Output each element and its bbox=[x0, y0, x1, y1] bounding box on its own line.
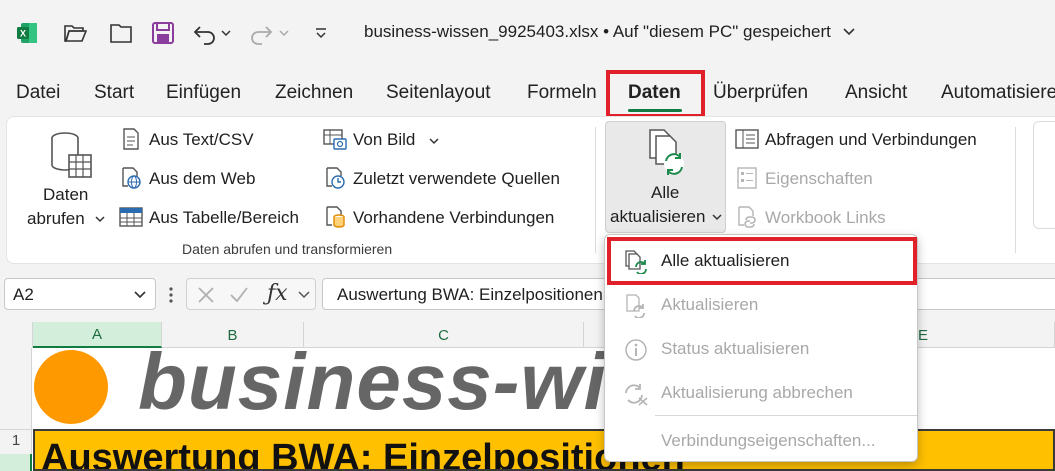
get-data-button[interactable]: Daten abrufen bbox=[15, 123, 107, 229]
refresh-all-icon bbox=[644, 128, 688, 178]
confirm-check-icon[interactable] bbox=[229, 286, 249, 304]
name-box-chevron-down-icon bbox=[134, 291, 146, 299]
menu-item-cancel-refresh[interactable]: Aktualisierung abbrechen bbox=[605, 373, 917, 413]
insert-function-icon[interactable]: ƒx bbox=[267, 281, 288, 306]
menu-item-refresh[interactable]: Aktualisieren bbox=[605, 285, 917, 325]
next-group-button[interactable] bbox=[1033, 121, 1055, 229]
formula-buttons: ƒx bbox=[186, 278, 316, 310]
name-box[interactable]: A2 bbox=[4, 278, 156, 310]
tab-einfuegen[interactable]: Einfügen bbox=[166, 82, 241, 104]
workbook-links-button[interactable]: Workbook Links bbox=[735, 203, 1005, 233]
tab-ueberpruefen[interactable]: Überprüfen bbox=[713, 82, 808, 104]
name-box-value: A2 bbox=[13, 285, 34, 304]
group-label-get-transform: Daten abrufen und transformieren bbox=[182, 241, 393, 257]
from-text-csv-button[interactable]: Aus Text/CSV bbox=[117, 125, 317, 155]
from-picture-button[interactable]: Von Bild bbox=[321, 125, 571, 155]
from-table-range-button[interactable]: Aus Tabelle/Bereich bbox=[117, 203, 317, 233]
menu-separator bbox=[655, 415, 917, 416]
redo-icon[interactable] bbox=[248, 20, 274, 46]
database-icon bbox=[49, 131, 92, 178]
undo-icon[interactable] bbox=[192, 20, 218, 46]
from-text-csv-label: Aus Text/CSV bbox=[149, 130, 254, 149]
tab-automatisieren[interactable]: Automatisieren bbox=[941, 82, 1055, 104]
recent-sources-button[interactable]: Zuletzt verwendete Quellen bbox=[321, 164, 581, 194]
row-headers: 1 bbox=[0, 348, 32, 471]
tab-datei[interactable]: Datei bbox=[16, 82, 60, 104]
existing-connections-button[interactable]: Vorhandene Verbindungen bbox=[321, 203, 581, 233]
redo-chevron-down-icon[interactable] bbox=[276, 20, 292, 46]
properties-icon bbox=[735, 166, 759, 190]
tab-seitenlayout[interactable]: Seitenlayout bbox=[386, 82, 491, 104]
file-title-text: business-wissen_9925403.xlsx • Auf "dies… bbox=[364, 22, 831, 41]
from-picture-label: Von Bild bbox=[353, 130, 416, 149]
select-all-corner[interactable] bbox=[0, 322, 33, 348]
menu-item-refresh-status-label: Status aktualisieren bbox=[661, 339, 810, 358]
menu-item-connection-properties-label: Verbindungseigenschaften... bbox=[661, 431, 876, 450]
existing-connections-label: Vorhandene Verbindungen bbox=[353, 208, 555, 227]
menu-highlight-box bbox=[607, 237, 917, 285]
tab-formeln[interactable]: Formeln bbox=[527, 82, 597, 104]
menu-item-refresh-status[interactable]: Status aktualisieren bbox=[605, 329, 917, 369]
queries-connections-icon bbox=[735, 127, 759, 151]
tab-start[interactable]: Start bbox=[94, 82, 134, 104]
title-cell-text: Auswertung BWA: Einzelpositionen bbox=[41, 437, 685, 471]
refresh-icon bbox=[623, 293, 649, 319]
formula-bar-grip-icon[interactable] bbox=[168, 284, 174, 306]
ribbon-tabs: Datei Start Einfügen Zeichnen Seitenlayo… bbox=[0, 70, 1055, 118]
tab-ansicht[interactable]: Ansicht bbox=[845, 82, 907, 104]
from-picture-chevron-down-icon bbox=[429, 138, 439, 145]
file-title[interactable]: business-wissen_9925403.xlsx • Auf "dies… bbox=[364, 22, 856, 42]
properties-label: Eigenschaften bbox=[765, 169, 873, 188]
save-icon[interactable] bbox=[150, 20, 176, 46]
row-divider bbox=[0, 429, 32, 430]
refresh-all-label-1: Alle bbox=[651, 183, 680, 202]
refresh-all-label-2: aktualisieren bbox=[610, 207, 706, 226]
picture-table-icon bbox=[323, 127, 347, 151]
get-data-label-1: Daten bbox=[43, 185, 89, 204]
refresh-all-dropdown: Alle aktualisieren Aktualisieren Status … bbox=[604, 234, 918, 462]
existing-connections-icon bbox=[323, 205, 347, 229]
group-separator bbox=[595, 127, 596, 253]
queries-connections-button[interactable]: Abfragen und Verbindungen bbox=[735, 125, 1005, 155]
title-bar: X business-wissen_9925403.xlsx • Auf "di… bbox=[0, 0, 1055, 66]
new-file-icon[interactable] bbox=[108, 20, 134, 46]
refresh-all-chevron-down-icon bbox=[712, 214, 722, 221]
svg-text:X: X bbox=[20, 29, 26, 39]
properties-button[interactable]: Eigenschaften bbox=[735, 164, 1005, 194]
logo-circle bbox=[34, 350, 108, 424]
title-chevron-down-icon bbox=[843, 28, 855, 36]
menu-item-connection-properties[interactable]: Verbindungseigenschaften... bbox=[605, 421, 917, 461]
table-icon bbox=[119, 205, 143, 229]
open-folder-icon[interactable] bbox=[62, 20, 88, 46]
menu-item-refresh-label: Aktualisieren bbox=[661, 295, 759, 314]
workbook-links-icon bbox=[735, 205, 759, 229]
text-file-icon bbox=[119, 127, 143, 151]
tab-zeichnen[interactable]: Zeichnen bbox=[275, 82, 353, 104]
group-separator-2 bbox=[1015, 127, 1016, 253]
from-web-label: Aus dem Web bbox=[149, 169, 256, 188]
from-web-button[interactable]: Aus dem Web bbox=[117, 164, 317, 194]
undo-chevron-down-icon[interactable] bbox=[218, 20, 234, 46]
row-header-1[interactable]: 1 bbox=[0, 432, 32, 449]
get-data-label-2: abrufen bbox=[27, 209, 85, 228]
row-header-2[interactable] bbox=[0, 454, 32, 471]
refresh-all-button[interactable]: Alle aktualisieren bbox=[605, 121, 726, 233]
web-globe-icon bbox=[119, 166, 143, 190]
formula-chevron-down-icon[interactable] bbox=[297, 290, 311, 300]
from-table-range-label: Aus Tabelle/Bereich bbox=[149, 208, 299, 227]
queries-connections-label: Abfragen und Verbindungen bbox=[765, 130, 977, 149]
workbook-links-label: Workbook Links bbox=[765, 208, 886, 227]
menu-item-cancel-refresh-label: Aktualisierung abbrechen bbox=[661, 383, 853, 402]
tab-highlight-box bbox=[606, 70, 705, 118]
excel-logo-icon: X bbox=[14, 20, 40, 46]
cancel-x-icon[interactable] bbox=[197, 286, 215, 304]
recent-sources-label: Zuletzt verwendete Quellen bbox=[353, 169, 560, 188]
cancel-refresh-icon bbox=[623, 381, 649, 407]
customize-quick-access-icon[interactable] bbox=[308, 20, 334, 46]
get-data-chevron-down-icon bbox=[95, 216, 105, 223]
info-icon bbox=[623, 337, 649, 363]
formula-text: Auswertung BWA: Einzelpositionen bbox=[337, 285, 603, 304]
recent-clock-icon bbox=[323, 166, 347, 190]
